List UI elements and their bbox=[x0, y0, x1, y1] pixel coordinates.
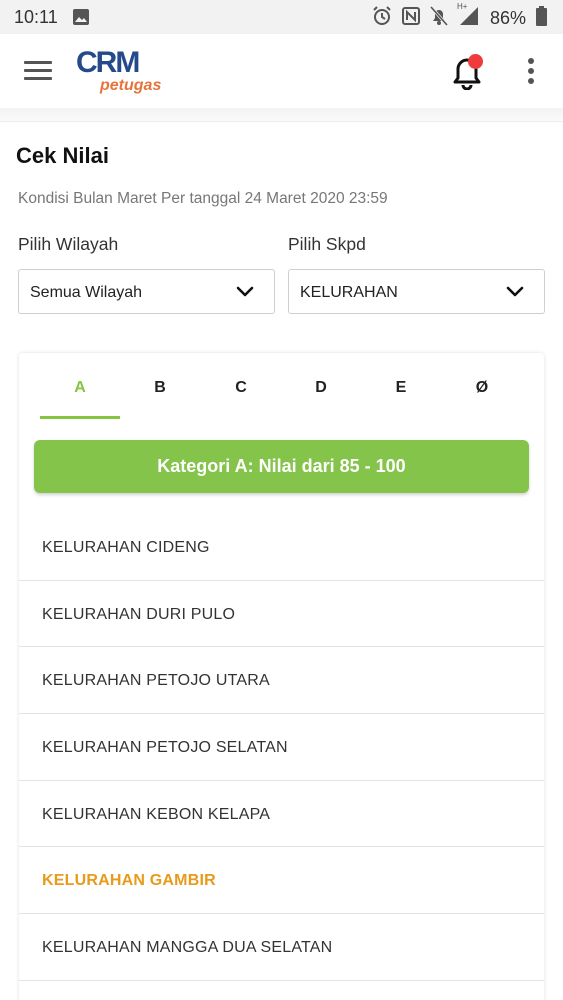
chevron-down-icon bbox=[506, 285, 524, 303]
chevron-down-icon bbox=[236, 285, 254, 303]
list-item[interactable]: KELURAHAN PETOJO SELATAN bbox=[19, 714, 544, 781]
image-icon bbox=[73, 9, 89, 30]
menu-icon[interactable] bbox=[24, 61, 52, 81]
tab-e[interactable]: E bbox=[361, 379, 441, 397]
category-banner: Kategori A: Nilai dari 85 - 100 bbox=[34, 440, 529, 493]
app-bar-divider bbox=[0, 108, 563, 122]
tab-c[interactable]: C bbox=[201, 379, 281, 397]
status-bar: 10:11 H+ 86% bbox=[0, 0, 563, 34]
wilayah-select[interactable]: Semua Wilayah bbox=[18, 269, 275, 314]
kelurahan-list: KELURAHAN CIDENG KELURAHAN DURI PULO KEL… bbox=[19, 514, 544, 981]
list-item[interactable]: KELURAHAN CIDENG bbox=[19, 514, 544, 581]
list-item-highlighted[interactable]: KELURAHAN GAMBIR bbox=[19, 847, 544, 915]
list-item-label: KELURAHAN MANGGA DUA SELATAN bbox=[42, 939, 333, 957]
status-time: 10:11 bbox=[14, 7, 58, 27]
list-item-label: KELURAHAN DURI PULO bbox=[42, 605, 236, 623]
active-tab-indicator bbox=[40, 416, 120, 419]
tab-a[interactable]: A bbox=[40, 379, 120, 397]
list-item[interactable]: KELURAHAN MANGGA DUA SELATAN bbox=[19, 914, 544, 981]
alarm-icon bbox=[372, 6, 392, 31]
tab-d[interactable]: D bbox=[281, 379, 361, 397]
signal-icon: H+ bbox=[457, 2, 480, 31]
nfc-icon bbox=[401, 7, 420, 30]
network-type: H+ bbox=[456, 2, 468, 11]
page-title: Cek Nilai bbox=[16, 143, 109, 168]
wilayah-selected-value: Semua Wilayah bbox=[30, 284, 143, 301]
mute-notifications-icon bbox=[429, 6, 449, 31]
notification-badge bbox=[468, 54, 483, 69]
list-item-label: KELURAHAN GAMBIR bbox=[42, 872, 216, 890]
list-item-label: KELURAHAN KEBON KELAPA bbox=[42, 805, 271, 823]
list-item[interactable]: KELURAHAN KEBON KELAPA bbox=[19, 781, 544, 848]
skpd-label: Pilih Skpd bbox=[288, 234, 366, 254]
tab-b[interactable]: B bbox=[120, 379, 200, 397]
app-logo: CRM petugas bbox=[76, 46, 166, 96]
battery-percent: 86% bbox=[489, 8, 526, 28]
wilayah-label: Pilih Wilayah bbox=[18, 234, 119, 254]
category-tabs: A B C D E Ø bbox=[19, 353, 544, 419]
page-subtitle: Kondisi Bulan Maret Per tanggal 24 Maret… bbox=[18, 190, 388, 207]
list-item-label: KELURAHAN CIDENG bbox=[42, 539, 210, 556]
list-item[interactable]: KELURAHAN PETOJO UTARA bbox=[19, 647, 544, 715]
more-vert-icon[interactable] bbox=[528, 58, 536, 86]
tab-none[interactable]: Ø bbox=[442, 379, 522, 397]
logo-text: CRM bbox=[76, 46, 140, 79]
app-bar: CRM petugas bbox=[0, 34, 563, 108]
skpd-selected-value: KELURAHAN bbox=[300, 284, 398, 301]
list-item-label: KELURAHAN PETOJO UTARA bbox=[42, 672, 270, 690]
results-card: A B C D E Ø Kategori A: Nilai dari 85 - … bbox=[19, 353, 544, 1000]
battery-icon bbox=[536, 6, 547, 31]
list-item[interactable]: KELURAHAN DURI PULO bbox=[19, 581, 544, 648]
list-item-label: KELURAHAN PETOJO SELATAN bbox=[42, 739, 288, 757]
skpd-select[interactable]: KELURAHAN bbox=[288, 269, 545, 314]
logo-subtext: petugas bbox=[100, 77, 162, 94]
